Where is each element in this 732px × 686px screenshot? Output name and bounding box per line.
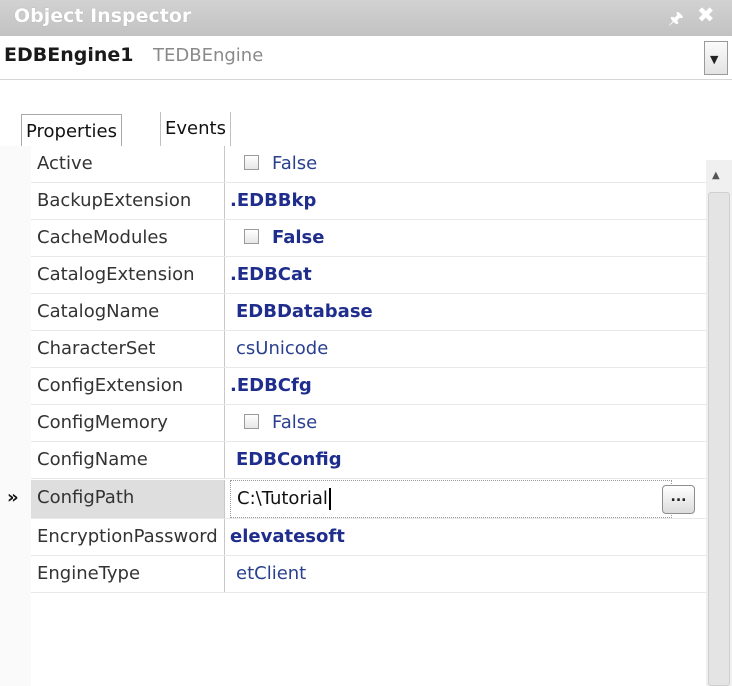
scrollbar-thumb[interactable] [708, 192, 730, 686]
object-selector[interactable]: EDBEngine1 TEDBEngine ▼ [0, 36, 732, 80]
property-value[interactable]: csUnicode [236, 331, 706, 367]
object-dropdown-button[interactable]: ▼ [704, 41, 728, 75]
property-name: ConfigMemory [31, 405, 225, 441]
row-divider [31, 478, 706, 479]
selected-row-marker: » [7, 487, 19, 508]
property-row-characterset[interactable]: CharacterSet csUnicode [31, 331, 706, 367]
checkbox-label: False [272, 412, 318, 433]
close-icon[interactable]: ✖ [697, 3, 715, 27]
property-value[interactable]: EDBConfig [236, 442, 706, 478]
configpath-edit-field[interactable]: C:\Tutorial [230, 480, 672, 518]
property-row-configextension[interactable]: ConfigExtension .EDBCfg [31, 368, 706, 404]
property-name: ConfigName [31, 442, 225, 478]
property-value[interactable]: etClient [236, 556, 706, 592]
tab-properties[interactable]: Properties [21, 114, 122, 149]
property-grid: Active False BackupExtension .EDBBkp Cac… [0, 146, 706, 686]
checkbox[interactable] [244, 414, 259, 429]
row-divider [31, 592, 706, 593]
property-name: BackupExtension [31, 183, 225, 219]
checkbox-label: False [272, 227, 325, 248]
property-name: Active [31, 146, 225, 182]
property-row-backupextension[interactable]: BackupExtension .EDBBkp [31, 183, 706, 219]
property-name: CatalogExtension [31, 257, 225, 293]
text-caret [328, 488, 331, 510]
property-value[interactable]: .EDBBkp [230, 183, 700, 219]
property-row-active[interactable]: Active False [31, 146, 706, 182]
property-name: CacheModules [31, 220, 225, 256]
property-name: ConfigPath [31, 480, 225, 518]
property-value[interactable]: False [230, 220, 700, 256]
property-value[interactable]: .EDBCfg [230, 368, 700, 404]
chevron-down-icon: ▼ [710, 53, 719, 66]
property-row-configmemory[interactable]: ConfigMemory False [31, 405, 706, 441]
tab-bar: Properties Events [0, 80, 732, 149]
property-value[interactable]: False [230, 146, 700, 182]
checkbox[interactable] [244, 229, 259, 244]
tab-events[interactable]: Events [160, 112, 231, 146]
property-name: ConfigExtension [31, 368, 225, 404]
object-name: EDBEngine1 [4, 44, 134, 66]
property-row-catalogname[interactable]: CatalogName EDBDatabase [31, 294, 706, 330]
object-type: TEDBEngine [153, 45, 264, 66]
property-name: EncryptionPassword [31, 519, 225, 555]
property-row-configname[interactable]: ConfigName EDBConfig [31, 442, 706, 478]
property-row-encryptionpassword[interactable]: EncryptionPassword elevatesoft [31, 519, 706, 555]
property-value[interactable]: elevatesoft [230, 519, 700, 555]
panel-title: Object Inspector [14, 5, 192, 27]
checkbox-label: False [272, 153, 318, 174]
checkbox[interactable] [244, 155, 259, 170]
property-name: CharacterSet [31, 331, 225, 367]
edit-value: C:\Tutorial [237, 481, 331, 517]
property-value[interactable]: False [230, 405, 700, 441]
row-gutter [0, 146, 31, 686]
property-row-enginetype[interactable]: EngineType etClient [31, 556, 706, 592]
scroll-up-arrow-icon[interactable]: ▲ [712, 170, 720, 181]
property-value[interactable]: EDBDatabase [236, 294, 706, 330]
vertical-scrollbar[interactable]: ▲ [706, 160, 732, 686]
ellipsis-button[interactable]: ... [662, 485, 695, 514]
title-bar: Object Inspector 🖈︎ ✖ [0, 0, 732, 36]
property-name: CatalogName [31, 294, 225, 330]
property-name: EngineType [31, 556, 225, 592]
property-row-cachemodules[interactable]: CacheModules False [31, 220, 706, 256]
property-row-catalogextension[interactable]: CatalogExtension .EDBCat [31, 257, 706, 293]
pin-icon[interactable]: 🖈︎ [668, 6, 684, 35]
property-value[interactable]: .EDBCat [230, 257, 700, 293]
